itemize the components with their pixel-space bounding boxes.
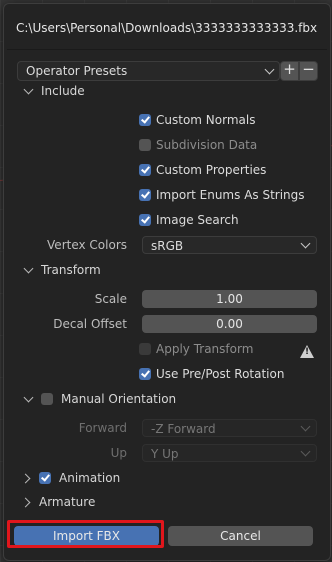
- forward-dropdown[interactable]: -Z Forward: [142, 419, 317, 437]
- decal-offset-label: Decal Offset: [53, 317, 127, 331]
- chevron-right-icon: [20, 497, 31, 507]
- vertex-colors-dropdown[interactable]: sRGB: [142, 236, 317, 254]
- up-label: Up: [110, 446, 127, 460]
- custom-properties-checkbox[interactable]: Custom Properties: [139, 161, 266, 179]
- manual-orientation-checkbox[interactable]: [41, 393, 53, 405]
- import-button-highlight: [7, 520, 164, 548]
- operator-presets-label: Operator Presets: [26, 64, 128, 78]
- checkbox-checked-icon: [139, 164, 151, 176]
- animation-section-header[interactable]: Animation: [20, 469, 121, 487]
- manual-orientation-header-label: Manual Orientation: [61, 392, 177, 406]
- forward-label: Forward: [78, 421, 127, 435]
- checkbox-checked-icon: [139, 368, 151, 380]
- up-dropdown[interactable]: Y Up: [142, 444, 317, 462]
- checkbox-unchecked-icon: [139, 139, 151, 151]
- forward-value: -Z Forward: [151, 422, 216, 436]
- chevron-down-icon: [23, 263, 34, 273]
- up-value: Y Up: [151, 447, 179, 461]
- custom-normals-checkbox[interactable]: Custom Normals: [139, 111, 255, 129]
- transform-section-header[interactable]: Transform: [22, 261, 101, 279]
- apply-transform-checkbox[interactable]: Apply Transform: [139, 340, 253, 358]
- subdivision-data-checkbox[interactable]: Subdivision Data: [139, 136, 257, 154]
- scale-field[interactable]: 1.00: [142, 290, 317, 308]
- include-section-header[interactable]: Include: [22, 82, 85, 100]
- animation-checkbox[interactable]: [39, 472, 51, 484]
- armature-header-label: Armature: [39, 495, 96, 509]
- manual-orientation-section-header[interactable]: Manual Orientation: [22, 390, 176, 408]
- chevron-down-icon: [23, 84, 34, 94]
- use-prepost-rotation-label: Use Pre/Post Rotation: [156, 367, 285, 381]
- subdivision-data-label: Subdivision Data: [156, 138, 258, 152]
- checkbox-checked-icon: [139, 214, 151, 226]
- import-enums-checkbox[interactable]: Import Enums As Strings: [139, 186, 305, 204]
- add-preset-button[interactable]: +: [280, 60, 299, 81]
- vertex-colors-value: sRGB: [151, 239, 184, 253]
- minus-icon: −: [302, 60, 315, 78]
- animation-header-label: Animation: [59, 471, 121, 485]
- custom-normals-label: Custom Normals: [156, 113, 256, 127]
- chevron-down-icon: [300, 446, 311, 457]
- remove-preset-button[interactable]: −: [299, 60, 318, 81]
- armature-section-header[interactable]: Armature: [20, 493, 96, 511]
- chevron-down-icon: [300, 238, 311, 249]
- image-search-label: Image Search: [156, 213, 239, 227]
- plus-icon: +: [283, 60, 296, 78]
- dialog-title: C:\Users\Personal\Downloads\333333333333…: [16, 21, 318, 35]
- custom-properties-label: Custom Properties: [156, 163, 267, 177]
- chevron-down-icon: [23, 392, 34, 402]
- include-header-label: Include: [41, 84, 85, 98]
- warning-icon: !: [300, 345, 314, 358]
- checkbox-checked-icon: [139, 114, 151, 126]
- operator-presets-dropdown[interactable]: Operator Presets: [17, 61, 280, 81]
- title-divider: [7, 49, 327, 50]
- transform-header-label: Transform: [41, 263, 101, 277]
- chevron-right-icon: [20, 473, 31, 483]
- use-prepost-rotation-checkbox[interactable]: Use Pre/Post Rotation: [139, 365, 284, 383]
- image-search-checkbox[interactable]: Image Search: [139, 211, 239, 229]
- vertex-colors-label: Vertex Colors: [47, 238, 127, 252]
- checkbox-unchecked-icon: [139, 343, 151, 355]
- apply-transform-label: Apply Transform: [156, 342, 254, 356]
- chevron-down-icon: [300, 421, 311, 432]
- cancel-button[interactable]: Cancel: [168, 526, 313, 546]
- checkbox-checked-icon: [139, 189, 151, 201]
- fbx-import-dialog: C:\Users\Personal\Downloads\333333333333…: [3, 3, 331, 561]
- chevron-down-icon: [264, 64, 275, 75]
- decal-offset-field[interactable]: 0.00: [142, 315, 317, 333]
- scale-label: Scale: [94, 292, 127, 306]
- import-enums-label: Import Enums As Strings: [156, 188, 305, 202]
